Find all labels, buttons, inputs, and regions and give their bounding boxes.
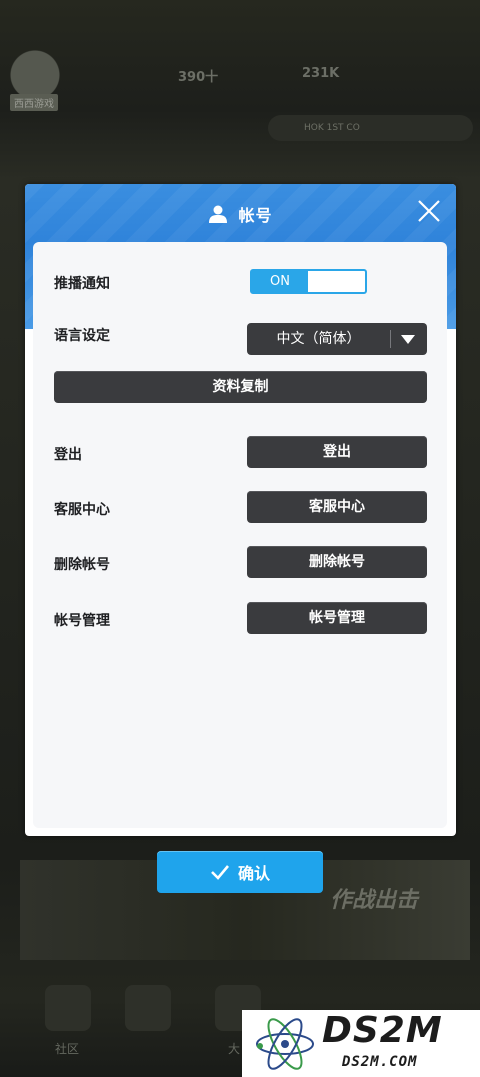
news-ticker: HOK 1ST CO — [268, 115, 473, 141]
stat-gems: 390十 — [178, 70, 219, 85]
support-label: 客服中心 — [54, 502, 110, 518]
settings-panel: 推播通知 ON 语言设定 中文（简体） 资料复制 登出 登出 客服中心 客服中心… — [33, 242, 447, 828]
language-select[interactable]: 中文（简体） — [247, 323, 427, 355]
watermark-main: DS2M — [322, 1010, 443, 1051]
account-dialog: 帐号 推播通知 ON 语言设定 中文（简体） 资料复制 登出 登出 客服中心 客… — [25, 184, 456, 836]
nav-battle-icon — [125, 985, 171, 1031]
game-topbar: 390十 231K — [0, 58, 480, 94]
confirm-button[interactable]: 确认 — [157, 851, 323, 893]
stat-gold: 231K — [302, 66, 340, 81]
select-divider — [390, 330, 391, 348]
chevron-down-icon — [401, 335, 415, 344]
push-notification-label: 推播通知 — [54, 276, 110, 292]
dialog-title-bar: 帐号 — [25, 184, 456, 244]
language-label: 语言设定 — [54, 328, 110, 344]
nav-label-hall: 大 — [228, 1042, 241, 1056]
logout-label: 登出 — [54, 447, 82, 463]
copy-data-button[interactable]: 资料复制 — [54, 371, 427, 403]
toggle-on-label: ON — [252, 271, 308, 292]
nav-label-community: 社区 — [55, 1042, 80, 1056]
atom-logo-icon — [256, 1018, 314, 1070]
promo-title: 作战出击 — [330, 888, 419, 913]
delete-account-label: 删除帐号 — [54, 557, 110, 573]
account-manage-label: 帐号管理 — [54, 613, 110, 629]
confirm-label: 确认 — [237, 864, 270, 883]
push-notification-toggle[interactable]: ON — [250, 269, 367, 294]
account-manage-button[interactable]: 帐号管理 — [247, 602, 427, 634]
logout-button[interactable]: 登出 — [247, 436, 427, 468]
language-value: 中文（简体） — [276, 331, 361, 347]
delete-account-button[interactable]: 删除帐号 — [247, 546, 427, 578]
nav-community-icon — [45, 985, 91, 1031]
close-icon[interactable] — [416, 198, 442, 224]
player-tag: 西西游戏 — [10, 94, 58, 111]
user-icon — [209, 205, 228, 223]
check-icon — [211, 865, 229, 880]
dialog-title: 帐号 — [238, 206, 273, 225]
watermark: DS2M DS2M.COM — [242, 1010, 480, 1077]
support-button[interactable]: 客服中心 — [247, 491, 427, 523]
watermark-sub: DS2M.COM — [342, 1054, 418, 1070]
